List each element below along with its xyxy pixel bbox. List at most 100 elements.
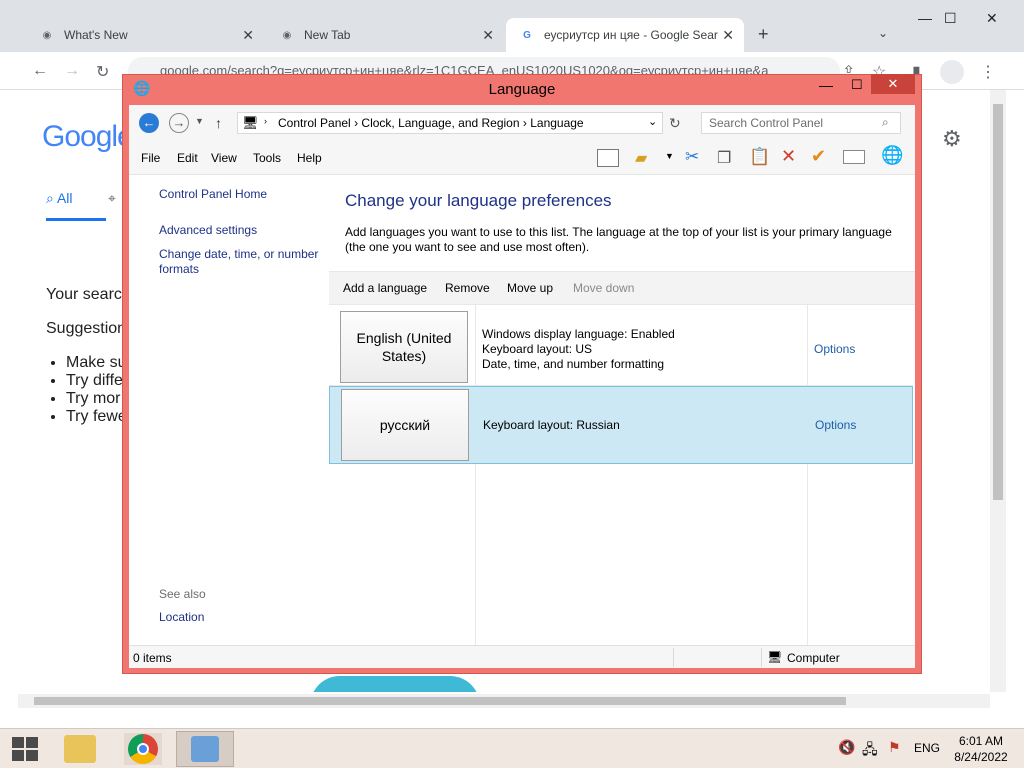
taskbar-chrome-button[interactable] — [124, 733, 162, 765]
cut-icon[interactable]: ✂ — [685, 147, 699, 167]
remove-button[interactable]: Remove — [445, 281, 490, 295]
language-row-russian[interactable]: русский Keyboard layout: Russian Options — [329, 386, 913, 464]
taskbar-control-panel-button[interactable] — [176, 731, 234, 767]
breadcrumb-language[interactable]: Language — [530, 116, 583, 130]
chrome-icon: ◉ — [42, 29, 52, 41]
back-icon[interactable]: ← — [32, 62, 48, 80]
tab-search-chevron-icon[interactable]: ⌄ — [878, 26, 888, 40]
close-window-icon[interactable]: ✕ — [986, 10, 998, 27]
menu-kebab-icon[interactable]: ⋮ — [980, 62, 996, 82]
breadcrumb[interactable]: 🖥 › Control Panel › Clock, Language, and… — [237, 112, 663, 134]
tile — [12, 737, 24, 748]
globe-icon[interactable]: 🌐 — [881, 145, 903, 166]
windows-start-icon[interactable] — [12, 737, 38, 761]
add-language-button[interactable]: Add a language — [343, 281, 427, 295]
move-up-button[interactable]: Move up — [507, 281, 553, 295]
chevron-down-icon[interactable]: ▼ — [665, 151, 674, 161]
maximize-icon[interactable]: ☐ — [851, 77, 863, 93]
tile — [26, 750, 38, 761]
language-window: 🌐 Language — ☐ ✕ ← → ▼ ↑ 🖥 › Control Pan… — [122, 74, 922, 674]
clock[interactable]: 6:01 AM 8/24/2022 — [946, 733, 1016, 765]
layout-pane-icon[interactable] — [597, 149, 619, 167]
forward-arrow-icon[interactable]: → — [169, 113, 189, 133]
horizontal-scrollbar[interactable] — [18, 694, 990, 708]
search-input[interactable]: Search Control Panel ⌕ — [701, 112, 901, 134]
close-icon[interactable]: ✕ — [242, 27, 254, 44]
vertical-scrollbar[interactable] — [990, 90, 1006, 692]
action-center-flag-icon[interactable]: ⚑ — [888, 739, 901, 756]
properties-icon[interactable] — [843, 150, 865, 164]
active-tab-indicator — [46, 218, 106, 221]
scroll-thumb[interactable] — [34, 697, 846, 705]
forward-icon[interactable]: → — [64, 62, 80, 80]
close-icon[interactable]: ✕ — [722, 27, 734, 44]
nav-control-panel-home[interactable]: Control Panel Home — [159, 187, 324, 202]
minimize-icon[interactable]: — — [918, 10, 932, 26]
clock-time: 6:01 AM — [958, 734, 1004, 748]
maps-pin-icon[interactable]: ⌖ — [108, 190, 116, 207]
language-button-english[interactable]: English (United States) — [340, 311, 468, 383]
scroll-thumb[interactable] — [993, 104, 1003, 500]
refresh-icon[interactable]: ↻ — [669, 115, 681, 132]
options-link-english[interactable]: Options — [814, 342, 855, 356]
settings-gear-icon[interactable]: ⚙ — [942, 126, 962, 152]
move-down-button[interactable]: Move down — [573, 281, 634, 295]
up-arrow-icon[interactable]: ↑ — [215, 115, 222, 131]
tab-whats-new[interactable]: ◉ What's New ✕ — [26, 18, 264, 52]
checkmark-icon[interactable]: ✔ — [811, 146, 826, 167]
status-divider — [761, 648, 762, 667]
options-link-russian[interactable]: Options — [815, 418, 856, 432]
nav-change-date-formats[interactable]: Change date, time, or number formats — [159, 247, 324, 277]
logo-text: Google — [42, 120, 134, 153]
doodle-image — [310, 676, 480, 692]
breadcrumb-control-panel[interactable]: Control Panel — [278, 116, 351, 130]
speaker-muted-icon[interactable]: 🔇 — [838, 739, 855, 756]
reload-icon[interactable]: ↻ — [96, 62, 109, 82]
main-content: Change your language preferences Add lan… — [329, 175, 915, 645]
minimize-icon[interactable]: — — [819, 77, 833, 93]
list-item: Try diffe — [66, 372, 127, 390]
computer-icon: 🖥 — [767, 650, 783, 664]
breadcrumb-clock-language-region[interactable]: Clock, Language, and Region — [361, 116, 519, 130]
clock-date: 8/24/2022 — [954, 750, 1008, 764]
delete-icon[interactable]: ✕ — [781, 146, 796, 167]
info-line: Date, time, and number formatting — [482, 357, 665, 371]
nav-advanced-settings[interactable]: Advanced settings — [159, 223, 324, 238]
new-tab-button[interactable]: + — [758, 24, 769, 45]
language-button-russian[interactable]: русский — [341, 389, 469, 461]
file-explorer-icon[interactable] — [64, 735, 96, 763]
menu-file[interactable]: File — [141, 151, 160, 165]
menu-tools[interactable]: Tools — [253, 151, 281, 165]
menu-view[interactable]: View — [211, 151, 237, 165]
status-divider — [673, 648, 674, 667]
menu-edit[interactable]: Edit — [177, 151, 198, 165]
language-row-english[interactable]: English (United States) Windows display … — [329, 308, 913, 386]
address-bar-row: ← → ▼ ↑ 🖥 › Control Panel › Clock, Langu… — [129, 105, 915, 145]
profile-avatar-icon[interactable] — [940, 60, 964, 84]
input-language-indicator[interactable]: ENG — [914, 741, 940, 755]
menu-help[interactable]: Help — [297, 151, 322, 165]
tab-new-tab[interactable]: ◉ New Tab ✕ — [266, 18, 504, 52]
language-info: Keyboard layout: Russian — [483, 418, 620, 433]
maximize-icon[interactable]: ☐ — [944, 10, 957, 27]
list-item: Try mor — [66, 390, 127, 408]
chevron-down-icon[interactable]: ⌄ — [648, 115, 657, 128]
paste-icon[interactable]: 📋 — [749, 147, 770, 167]
tab-google-search[interactable]: G еусриутср ин цяе - Google Sear ✕ — [506, 18, 744, 52]
back-arrow-icon[interactable]: ← — [139, 113, 159, 133]
recent-dropdown-icon[interactable]: ▼ — [195, 116, 204, 126]
info-line: Windows display language: Enabled — [482, 327, 675, 341]
folder-icon[interactable]: ▰ — [635, 148, 647, 168]
window-titlebar[interactable]: 🌐 Language — ☐ ✕ — [123, 74, 921, 103]
close-window-button[interactable]: ✕ — [871, 74, 915, 94]
chevron-right-icon: › — [264, 116, 267, 126]
network-icon[interactable]: 🖧 — [862, 739, 878, 763]
google-logo[interactable]: Google — [42, 120, 134, 154]
tile — [26, 737, 38, 748]
close-icon[interactable]: ✕ — [482, 27, 494, 44]
tab-all-label: All — [56, 190, 73, 206]
tab-all[interactable]: ⌕ All — [46, 190, 73, 207]
nav-location[interactable]: Location — [159, 610, 324, 625]
copy-icon[interactable]: ❐ — [717, 148, 731, 168]
taskbar: 🔇 🖧 ⚑ ENG 6:01 AM 8/24/2022 — [0, 728, 1024, 768]
